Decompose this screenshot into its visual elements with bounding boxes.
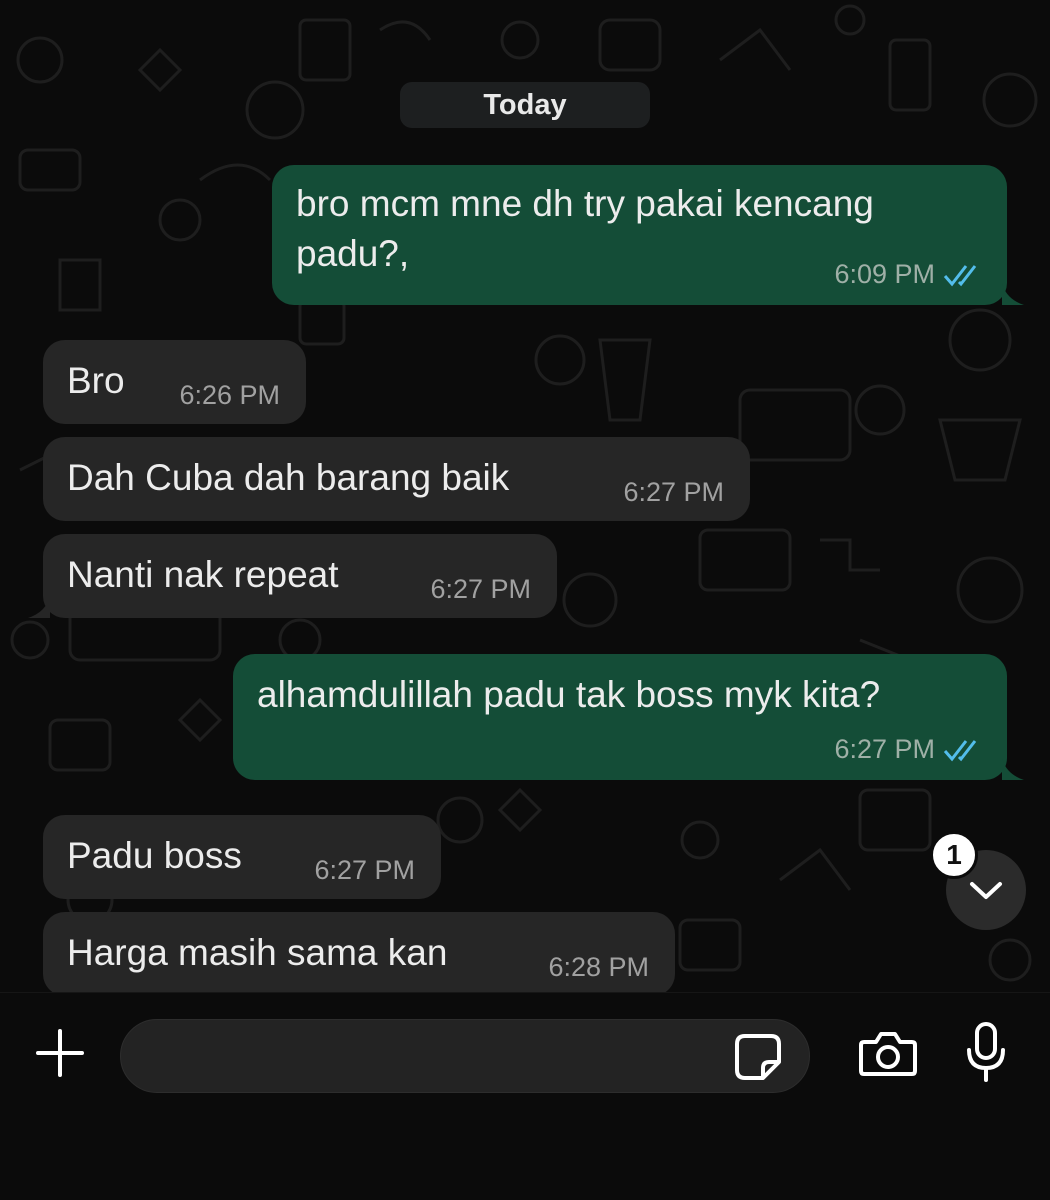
double-check-icon (943, 739, 977, 761)
unread-count-badge: 1 (930, 831, 978, 879)
message-text: alhamdulillah padu tak boss myk kita? (257, 674, 881, 715)
message-time: 6:09 PM (834, 259, 935, 289)
message-time: 6:27 PM (314, 855, 415, 886)
bubble-tail (1002, 283, 1024, 305)
message-time-label: 6:27 PM (314, 855, 415, 885)
message-time-label: 6:26 PM (179, 380, 280, 410)
microphone-icon (967, 1022, 1005, 1082)
incoming-message[interactable]: Padu boss 6:27 PM (43, 815, 441, 899)
message-text: Nanti nak repeat (67, 554, 339, 595)
message-time: 6:27 PM (623, 477, 724, 508)
message-text: Dah Cuba dah barang baik (67, 457, 510, 498)
chevron-down-icon (970, 882, 1002, 899)
double-check-icon (943, 264, 977, 286)
incoming-message[interactable]: Bro 6:26 PM (43, 340, 306, 424)
message-time-label: 6:27 PM (430, 574, 531, 604)
camera-icon (859, 1032, 917, 1076)
incoming-message[interactable]: Dah Cuba dah barang baik 6:27 PM (43, 437, 750, 521)
bubble-tail (28, 596, 50, 618)
voice-message-button[interactable] (960, 1017, 1012, 1087)
message-time: 6:28 PM (548, 952, 649, 983)
message-text: padu?, (296, 233, 410, 274)
message-meta: 6:09 PM (834, 259, 983, 290)
sticker-button[interactable] (730, 1029, 786, 1085)
incoming-message[interactable]: Harga masih sama kan 6:28 PM (43, 912, 675, 992)
date-separator: Today (400, 82, 650, 128)
outgoing-message[interactable]: bro mcm mne dh try pakai kencang padu?, … (272, 165, 1007, 305)
incoming-message[interactable]: Nanti nak repeat 6:27 PM (43, 534, 557, 618)
message-composer (0, 992, 1050, 1200)
message-text: Padu boss (67, 835, 242, 876)
attach-button[interactable] (30, 1023, 90, 1083)
bubble-tail (1002, 758, 1024, 780)
message-input[interactable] (120, 1019, 810, 1093)
message-text: Harga masih sama kan (67, 932, 448, 973)
message-time: 6:27 PM (430, 574, 531, 605)
outgoing-message[interactable]: alhamdulillah padu tak boss myk kita? 6:… (233, 654, 1007, 780)
message-time: 6:26 PM (179, 380, 280, 411)
message-text: bro mcm mne dh try pakai kencang (296, 183, 874, 224)
chat-area: Today bro mcm mne dh try pakai kencang p… (0, 0, 1050, 992)
message-meta: 6:27 PM (834, 734, 983, 765)
message-text: Bro (67, 360, 125, 401)
message-time-label: 6:28 PM (548, 952, 649, 982)
camera-button[interactable] (856, 1023, 920, 1083)
plus-icon (36, 1029, 84, 1077)
message-time: 6:27 PM (834, 734, 935, 764)
sticker-icon (735, 1034, 781, 1080)
message-time-label: 6:27 PM (623, 477, 724, 507)
